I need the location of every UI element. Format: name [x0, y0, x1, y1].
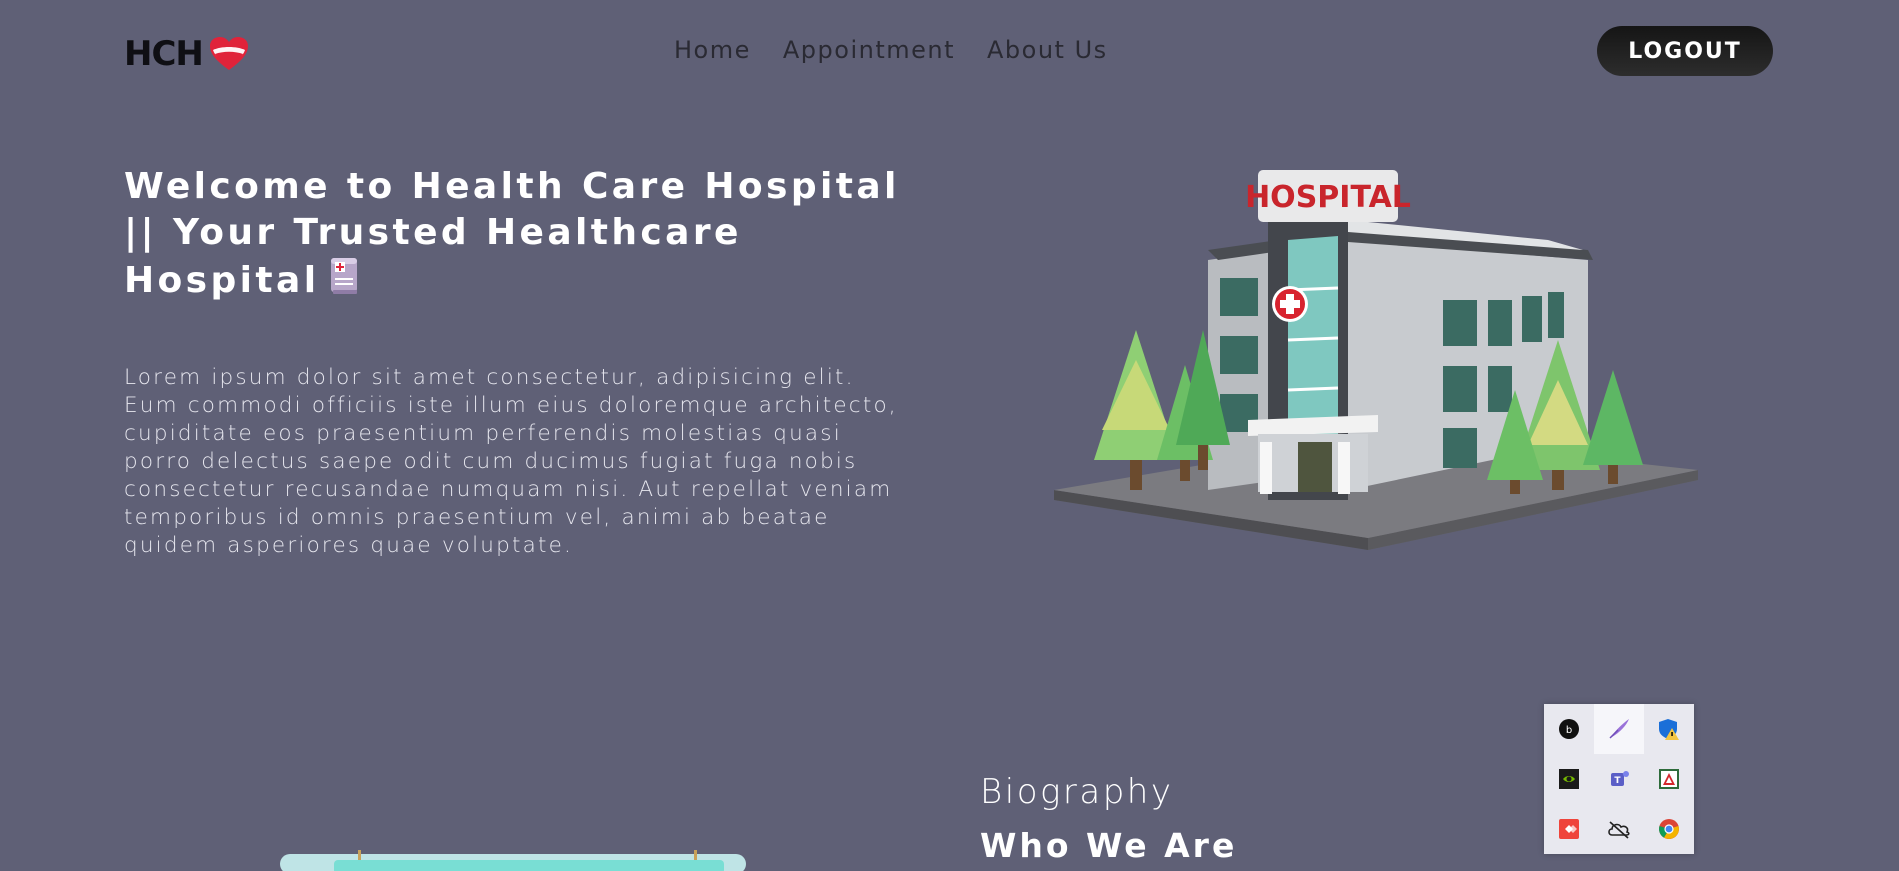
who-we-are-title: Who We Are — [980, 826, 1238, 865]
hero-description: Lorem ipsum dolor sit amet consectetur, … — [124, 365, 898, 558]
hospital-illustration: HOSPITAL — [1048, 160, 1708, 554]
main-nav: Home Appointment About Us — [674, 36, 1108, 64]
tray-teams[interactable]: T — [1594, 754, 1644, 804]
bitwarden-icon: b — [1559, 719, 1579, 739]
anydesk-icon — [1559, 819, 1579, 839]
hospital-sign-text: HOSPITAL — [1245, 180, 1411, 215]
biography-label: Biography — [980, 772, 1174, 812]
tray-anydesk[interactable] — [1544, 804, 1594, 854]
system-tray-popup: b T — [1544, 704, 1694, 854]
nvidia-icon — [1559, 769, 1579, 789]
logout-button[interactable]: LOGOUT — [1597, 26, 1773, 76]
tray-quill[interactable] — [1594, 704, 1644, 754]
nav-about-us[interactable]: About Us — [987, 36, 1108, 64]
tray-chrome[interactable] — [1644, 804, 1694, 854]
cloud-off-icon — [1608, 821, 1630, 839]
tray-security[interactable] — [1644, 704, 1694, 754]
hero-title: Welcome to Health Care Hospital || Your … — [124, 164, 914, 308]
hero-title-text: Welcome to Health Care Hospital || Your … — [124, 166, 900, 301]
heart-icon — [209, 37, 248, 70]
tray-nvidia[interactable] — [1544, 754, 1594, 804]
brand-logo[interactable]: HCH — [124, 34, 249, 74]
teams-icon: T — [1611, 771, 1629, 786]
tray-cloud[interactable] — [1594, 804, 1644, 854]
chrome-icon — [1659, 819, 1679, 839]
logo-text: HCH — [124, 34, 204, 74]
nav-appointment[interactable]: Appointment — [783, 36, 955, 64]
quill-icon — [1609, 719, 1629, 739]
medical-document-icon — [327, 256, 363, 308]
svg-text:b: b — [1566, 725, 1572, 736]
tray-bitwarden[interactable]: b — [1544, 704, 1594, 754]
adobe-icon — [1659, 769, 1679, 789]
tray-adobe[interactable] — [1644, 754, 1694, 804]
security-warning-icon — [1659, 719, 1679, 740]
bottom-illustration — [278, 850, 748, 871]
nav-home[interactable]: Home — [674, 36, 751, 64]
svg-text:T: T — [1614, 776, 1621, 786]
